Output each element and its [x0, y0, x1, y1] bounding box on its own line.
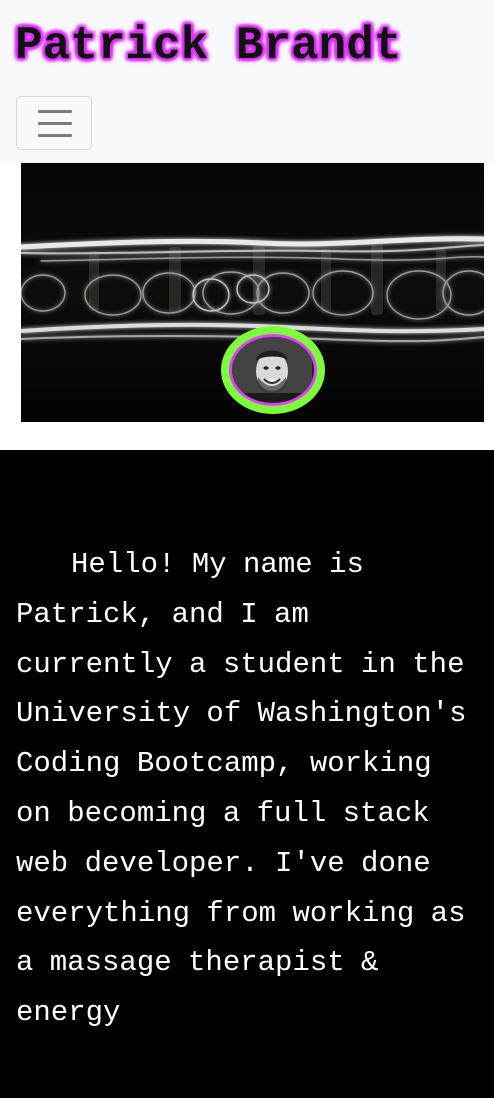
- navbar-toggle-button[interactable]: [16, 96, 92, 150]
- profile-avatar: [221, 326, 325, 414]
- about-paragraph: Hello! My name is Patrick, and I am curr…: [16, 548, 467, 1030]
- hero-section: [0, 163, 494, 450]
- about-section: Hello! My name is Patrick, and I am curr…: [0, 450, 494, 1098]
- site-title[interactable]: Patrick Brandt: [15, 18, 401, 74]
- hero-image: [21, 163, 484, 422]
- portrait-photo: [232, 337, 312, 401]
- navbar: Patrick Brandt: [0, 0, 494, 163]
